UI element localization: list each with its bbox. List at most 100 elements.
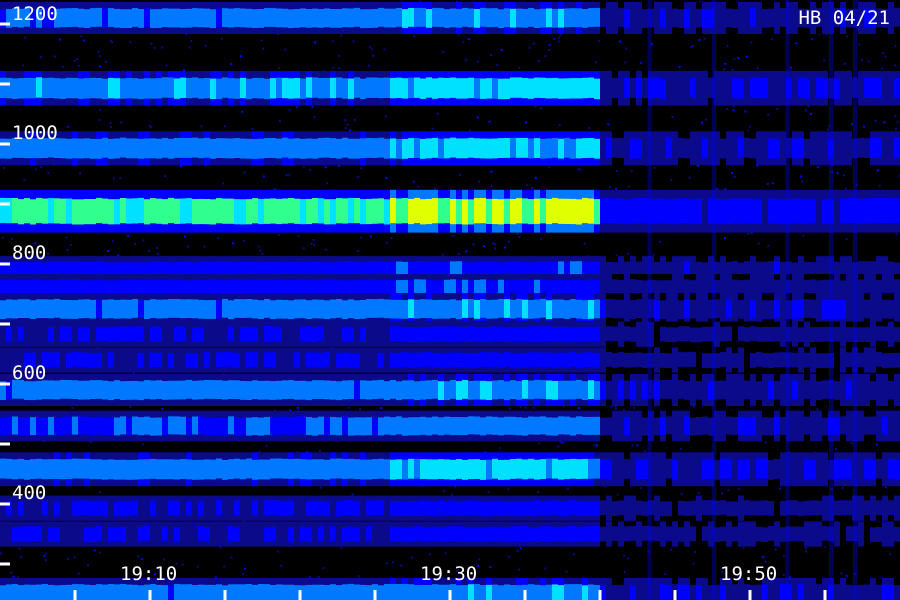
band-core bbox=[816, 299, 822, 319]
noise-speck bbox=[296, 407, 299, 409]
band-core bbox=[282, 198, 288, 224]
noise-speck bbox=[241, 110, 244, 113]
band-core bbox=[240, 327, 246, 342]
band-core bbox=[666, 299, 672, 319]
band-core bbox=[888, 78, 894, 99]
band-core bbox=[228, 8, 234, 28]
band-core bbox=[600, 352, 606, 368]
band-core bbox=[12, 327, 18, 342]
band-core bbox=[408, 380, 414, 400]
band-core bbox=[96, 352, 102, 368]
noise-speck bbox=[863, 125, 866, 128]
band-core bbox=[474, 326, 480, 342]
band-core bbox=[162, 137, 168, 158]
band-core bbox=[84, 458, 90, 479]
band-core bbox=[204, 459, 210, 480]
band-core bbox=[258, 300, 264, 319]
noise-speck bbox=[894, 64, 897, 67]
noise-speck bbox=[726, 107, 729, 110]
band-core bbox=[870, 381, 876, 400]
band-core bbox=[138, 459, 144, 480]
band-core bbox=[378, 327, 384, 343]
band-core bbox=[186, 353, 192, 368]
band-core bbox=[888, 198, 894, 224]
noise-speck bbox=[230, 63, 233, 66]
band-core bbox=[354, 77, 360, 98]
band-core bbox=[888, 299, 894, 319]
band-core bbox=[84, 299, 90, 319]
band-core bbox=[54, 459, 60, 479]
band-core bbox=[618, 352, 624, 367]
noise-speck bbox=[727, 488, 730, 491]
band-core bbox=[18, 78, 24, 99]
band-core bbox=[492, 198, 498, 225]
band-core bbox=[762, 327, 768, 342]
noise-speck bbox=[583, 242, 586, 245]
band-core bbox=[252, 139, 258, 159]
band-core bbox=[516, 8, 522, 28]
band-core bbox=[318, 326, 324, 341]
band-core bbox=[432, 352, 438, 368]
band-core bbox=[78, 199, 84, 225]
band-core bbox=[330, 416, 336, 435]
noise-speck bbox=[823, 59, 826, 62]
noise-speck bbox=[3, 166, 5, 169]
noise-speck bbox=[313, 244, 316, 247]
noise-speck bbox=[230, 556, 233, 559]
band-core bbox=[720, 199, 726, 225]
band-core bbox=[498, 78, 504, 100]
band-core bbox=[522, 380, 528, 399]
band-core bbox=[300, 326, 306, 342]
band-core bbox=[54, 327, 60, 343]
noise-speck bbox=[217, 236, 220, 239]
band-core bbox=[348, 326, 354, 342]
band-core bbox=[216, 417, 222, 436]
band-core bbox=[198, 138, 204, 159]
noise-speck bbox=[845, 238, 848, 240]
band-core bbox=[444, 138, 450, 159]
band-core bbox=[0, 326, 6, 342]
band-core bbox=[180, 198, 186, 224]
band-core bbox=[132, 138, 138, 159]
band-core bbox=[690, 327, 696, 343]
noise-speck bbox=[767, 244, 770, 247]
noise-speck bbox=[71, 406, 74, 409]
band-core bbox=[888, 416, 894, 435]
noise-speck bbox=[58, 38, 61, 41]
band-core bbox=[48, 327, 54, 342]
band-core bbox=[120, 326, 126, 342]
noise-speck bbox=[737, 487, 740, 490]
noise-speck bbox=[390, 237, 393, 240]
noise-speck bbox=[40, 166, 43, 168]
noise-speck bbox=[858, 43, 861, 46]
band-core bbox=[606, 380, 612, 400]
band-core bbox=[822, 380, 828, 400]
band-core bbox=[366, 77, 372, 98]
noise-speck bbox=[731, 172, 734, 175]
band-core bbox=[216, 8, 222, 28]
noise-speck bbox=[578, 407, 581, 409]
band-core bbox=[6, 326, 12, 342]
band-core bbox=[216, 78, 222, 100]
band-core bbox=[156, 459, 162, 480]
band-core bbox=[270, 198, 276, 224]
band-core bbox=[144, 459, 150, 480]
band-core bbox=[132, 78, 138, 99]
noise-speck bbox=[313, 115, 316, 118]
noise-speck bbox=[516, 233, 519, 236]
band-core bbox=[108, 381, 114, 401]
noise-speck bbox=[223, 565, 226, 568]
band-core bbox=[540, 198, 546, 224]
band-core bbox=[174, 8, 180, 28]
noise-speck bbox=[0, 552, 2, 555]
band-core bbox=[228, 198, 234, 224]
band-core bbox=[678, 138, 684, 158]
band-core bbox=[720, 300, 726, 319]
band-core bbox=[798, 352, 804, 368]
band-core bbox=[426, 380, 432, 400]
band-core bbox=[372, 77, 378, 98]
noise-speck bbox=[692, 562, 695, 565]
band-core bbox=[732, 9, 738, 28]
band-core bbox=[612, 353, 618, 368]
band-core bbox=[768, 198, 774, 224]
